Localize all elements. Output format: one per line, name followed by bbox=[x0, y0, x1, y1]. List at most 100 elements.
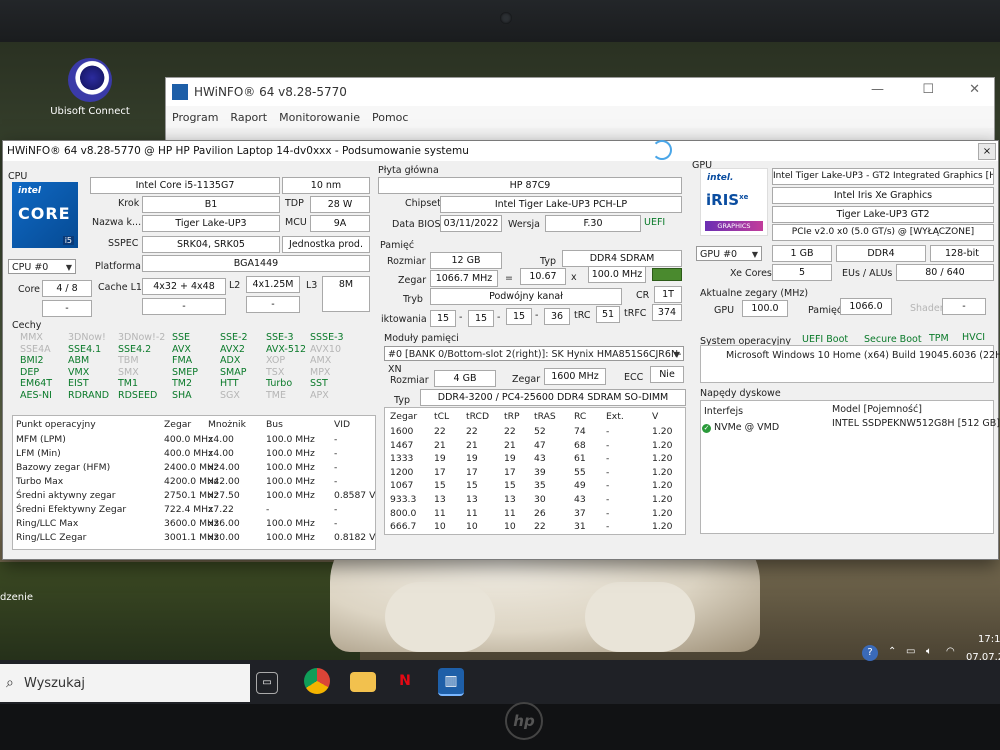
wallpaper-paw bbox=[585, 582, 695, 652]
module-clock: 1600 MHz bbox=[544, 368, 606, 385]
clock-date[interactable]: 07.07.20 bbox=[966, 652, 1000, 663]
cpu-l1: 4x32 + 4x48 bbox=[142, 278, 226, 295]
table-row-cell: 22 bbox=[466, 426, 478, 437]
ubisoft-label: Ubisoft Connect bbox=[50, 106, 130, 117]
table-row-cell: 100.0 MHz bbox=[266, 434, 315, 445]
timings-header-row-cell: V bbox=[652, 411, 659, 422]
ubisoft-connect-shortcut[interactable]: Ubisoft Connect bbox=[40, 58, 140, 117]
table-row-cell: 400.0 MHz bbox=[164, 434, 213, 445]
chrome-icon[interactable] bbox=[304, 668, 330, 694]
gpu-name: Intel Tiger Lake-UP3 - GT2 Integrated Gr… bbox=[772, 168, 994, 185]
table-row-cell: x30.00 bbox=[208, 532, 240, 543]
drive-row[interactable]: ✓ NVMe @ VMD bbox=[702, 420, 779, 435]
table-row-cell: 1.20 bbox=[652, 426, 673, 437]
table-row-cell: 47 bbox=[534, 439, 546, 451]
gpu-selector[interactable]: GPU #0 ▼ bbox=[696, 246, 762, 261]
cpu-cores-label: Core bbox=[18, 284, 40, 295]
table-row-cell: - bbox=[334, 518, 338, 529]
gpu-xe-label: Xe Cores bbox=[730, 268, 772, 279]
menu-monitorowanie[interactable]: Monitorowanie bbox=[279, 111, 360, 124]
close-button[interactable]: × bbox=[978, 143, 996, 160]
bios-date: 03/11/2022 bbox=[440, 215, 502, 232]
table-row-cell: - bbox=[334, 434, 338, 445]
table-row-cell: 100.0 MHz bbox=[266, 490, 315, 501]
summary-title: HWiNFO® 64 v8.28-5770 @ HP HP Pavilion L… bbox=[7, 145, 469, 157]
table-row-cell: 22 bbox=[534, 521, 546, 533]
modules-section-label: Moduły pamięci bbox=[384, 333, 459, 344]
cpu-selector[interactable]: CPU #0 ▼ bbox=[8, 259, 76, 274]
mem-mode-label: Tryb bbox=[403, 294, 423, 305]
op-header-row-cell: Mnożnik bbox=[208, 419, 246, 430]
hwinfo-taskbar-icon[interactable]: ▥ bbox=[438, 668, 464, 696]
timings-header-row-cell: tCL bbox=[434, 411, 450, 422]
wifi-icon[interactable]: ◠ bbox=[946, 646, 955, 657]
gpu-mem-clock-label: Pamięć bbox=[808, 305, 843, 316]
cpu-tdp-label: TDP bbox=[285, 198, 304, 209]
network-icon[interactable]: ▭ bbox=[906, 646, 915, 657]
mem-timing-rp: 15 bbox=[506, 308, 532, 325]
table-row-cell: 11 bbox=[504, 507, 516, 519]
maximize-icon[interactable]: ☐ bbox=[922, 82, 934, 97]
table-row-cell: MFM (LPM) bbox=[16, 434, 66, 445]
table-row-cell: - bbox=[606, 494, 610, 505]
taskbar-search[interactable]: ⌕ Wyszukaj bbox=[0, 664, 250, 702]
file-explorer-icon[interactable] bbox=[350, 672, 376, 692]
table-row-cell: 13 bbox=[466, 494, 478, 505]
table-row-cell: 68 bbox=[574, 439, 586, 451]
hwinfo-main-window[interactable]: HWiNFO® 64 v8.28-5770 — ☐ ✕ Program Rapo… bbox=[165, 77, 995, 149]
table-row-cell: 10 bbox=[466, 521, 478, 533]
module-type-label: Typ bbox=[394, 395, 410, 406]
menu-raport[interactable]: Raport bbox=[230, 111, 267, 124]
netflix-icon[interactable]: N bbox=[392, 668, 418, 694]
cpu-sspec-label: SSPEC bbox=[108, 238, 139, 249]
chipset: Intel Tiger Lake-UP3 PCH-LP bbox=[440, 196, 682, 213]
cpu-feature: AES-NI bbox=[20, 390, 52, 401]
table-row-cell: 19 bbox=[466, 453, 478, 465]
webcam bbox=[500, 12, 512, 24]
table-row-cell: 17 bbox=[434, 466, 446, 478]
table-row-cell: 15 bbox=[434, 480, 446, 492]
help-icon[interactable]: ? bbox=[862, 645, 878, 661]
chevron-down-icon: ▼ bbox=[751, 250, 758, 259]
table-row-cell: 22 bbox=[504, 426, 516, 437]
table-row-cell: x42.00 bbox=[208, 476, 240, 487]
cpu-dash-2: - bbox=[142, 298, 226, 315]
menu-program[interactable]: Program bbox=[172, 111, 218, 124]
check-icon: ✓ bbox=[702, 424, 711, 433]
task-view-icon[interactable]: ▭ bbox=[256, 672, 278, 694]
close-icon[interactable]: ✕ bbox=[969, 82, 980, 97]
mem-trfc-label: tRFC bbox=[624, 308, 647, 319]
mem-mult: 10.67 bbox=[520, 268, 566, 285]
mem-trc-label: tRC bbox=[574, 310, 591, 321]
gpu-codename: Tiger Lake-UP3 GT2 bbox=[772, 206, 994, 223]
table-row-cell: 1333 bbox=[390, 453, 414, 465]
clock-time[interactable]: 17:16 bbox=[978, 634, 1000, 645]
table-row-cell: 1.20 bbox=[652, 494, 673, 505]
chevron-up-icon[interactable]: ⌃ bbox=[888, 646, 896, 657]
mem-clock: 1066.7 MHz bbox=[430, 270, 498, 287]
minimize-icon[interactable]: — bbox=[871, 82, 884, 97]
drive-iface-header: Interfejs bbox=[704, 406, 744, 417]
volume-icon[interactable]: 🔈︎ bbox=[926, 646, 932, 657]
mem-timing-label: iktowania bbox=[381, 314, 427, 325]
table-row-cell: 61 bbox=[574, 453, 586, 465]
menu-pomoc[interactable]: Pomoc bbox=[372, 111, 408, 124]
table-row-cell: 1467 bbox=[390, 439, 414, 451]
table-row-cell: - bbox=[606, 521, 610, 533]
timings-header-row-cell: tRP bbox=[504, 411, 520, 422]
cpu-tdp: 28 W bbox=[310, 196, 370, 213]
os-name: Microsoft Windows 10 Home (x64) Build 19… bbox=[726, 350, 1000, 361]
mem-timing-sep: - bbox=[497, 312, 501, 323]
os-flag-tpm: TPM bbox=[929, 333, 949, 344]
cpu-l3: 8M bbox=[322, 276, 370, 312]
module-clock-label: Zegar bbox=[512, 374, 541, 385]
mem-clock-label: Zegar bbox=[398, 275, 427, 286]
module-selector[interactable]: #0 [BANK 0/Bottom-slot 2(right)]: SK Hyn… bbox=[384, 346, 684, 375]
memory-section-label: Pamięć bbox=[380, 240, 415, 251]
table-row-cell: - bbox=[334, 448, 338, 459]
gpu-mem-clock: 1066.0 bbox=[840, 298, 892, 315]
chevron-down-icon: ▼ bbox=[65, 263, 72, 272]
table-row-cell: - bbox=[334, 462, 338, 473]
table-row-cell: - bbox=[606, 466, 610, 478]
mem-size-label: Rozmiar bbox=[387, 256, 426, 267]
